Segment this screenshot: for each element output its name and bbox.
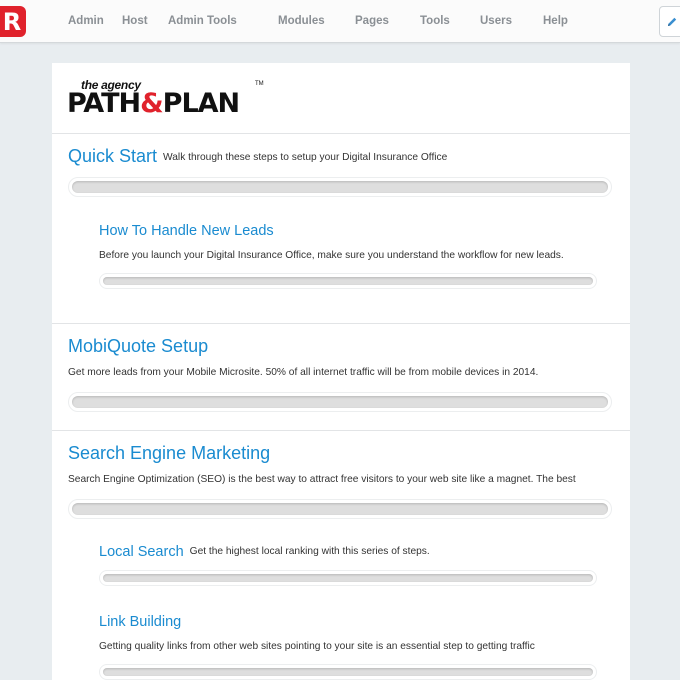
- app-logo[interactable]: R: [0, 6, 26, 37]
- nav-item-admin-tools[interactable]: Admin Tools: [168, 15, 237, 27]
- sem-title[interactable]: Search Engine Marketing: [68, 443, 270, 464]
- local-search-title[interactable]: Local Search: [99, 544, 184, 560]
- local-search-progress: [99, 570, 597, 586]
- logo-ampersand: &: [140, 88, 164, 119]
- divider: [52, 430, 630, 431]
- progress-track: [103, 277, 593, 285]
- progress-track: [72, 503, 608, 515]
- mobiquote-desc: Get more leads from your Mobile Microsit…: [68, 367, 539, 378]
- pencil-icon: [668, 17, 677, 26]
- logo-word-plan: PLAN: [162, 88, 240, 119]
- nav-item-help[interactable]: Help: [543, 15, 568, 27]
- progress-track: [72, 396, 608, 408]
- new-leads-desc: Before you launch your Digital Insurance…: [99, 250, 564, 261]
- nav-item-users[interactable]: Users: [480, 15, 512, 27]
- mobiquote-progress: [68, 392, 612, 412]
- sem-desc: Search Engine Optimization (SEO) is the …: [68, 474, 576, 485]
- app-logo-letter: R: [2, 7, 22, 36]
- logo-word-path: PATH: [67, 88, 141, 119]
- local-search-heading[interactable]: Local Search Get the highest local rankin…: [99, 544, 430, 560]
- main-panel: the agency PATH&PLAN TM Quick Start Walk …: [52, 63, 630, 680]
- new-leads-title[interactable]: How To Handle New Leads: [99, 223, 274, 239]
- progress-track: [72, 181, 608, 193]
- nav-item-pages[interactable]: Pages: [355, 15, 389, 27]
- progress-track: [103, 574, 593, 582]
- link-building-desc: Getting quality links from other web sit…: [99, 641, 535, 652]
- top-nav-bar: R Admin Host Admin Tools Modules Pages T…: [0, 0, 680, 43]
- link-building-progress: [99, 664, 597, 680]
- edit-button[interactable]: [659, 6, 680, 37]
- link-building-title[interactable]: Link Building: [99, 614, 181, 630]
- divider: [52, 323, 630, 324]
- logo-wordmark: PATH&PLAN: [67, 88, 240, 119]
- quick-start-progress: [68, 177, 612, 197]
- quick-start-desc: Walk through these steps to setup your D…: [163, 152, 448, 163]
- quick-start-heading[interactable]: Quick Start Walk through these steps to s…: [68, 146, 447, 167]
- nav-item-host[interactable]: Host: [122, 15, 148, 27]
- mobiquote-title[interactable]: MobiQuote Setup: [68, 336, 208, 357]
- local-search-desc: Get the highest local ranking with this …: [189, 546, 430, 557]
- path-and-plan-logo: the agency PATH&PLAN TM: [67, 77, 267, 119]
- divider: [52, 133, 630, 134]
- nav-item-modules[interactable]: Modules: [278, 15, 325, 27]
- quick-start-title[interactable]: Quick Start: [68, 146, 157, 166]
- logo-trademark: TM: [255, 81, 264, 87]
- nav-item-admin[interactable]: Admin: [68, 15, 104, 27]
- sem-progress: [68, 499, 612, 519]
- nav-item-tools[interactable]: Tools: [420, 15, 450, 27]
- progress-track: [103, 668, 593, 676]
- new-leads-progress: [99, 273, 597, 289]
